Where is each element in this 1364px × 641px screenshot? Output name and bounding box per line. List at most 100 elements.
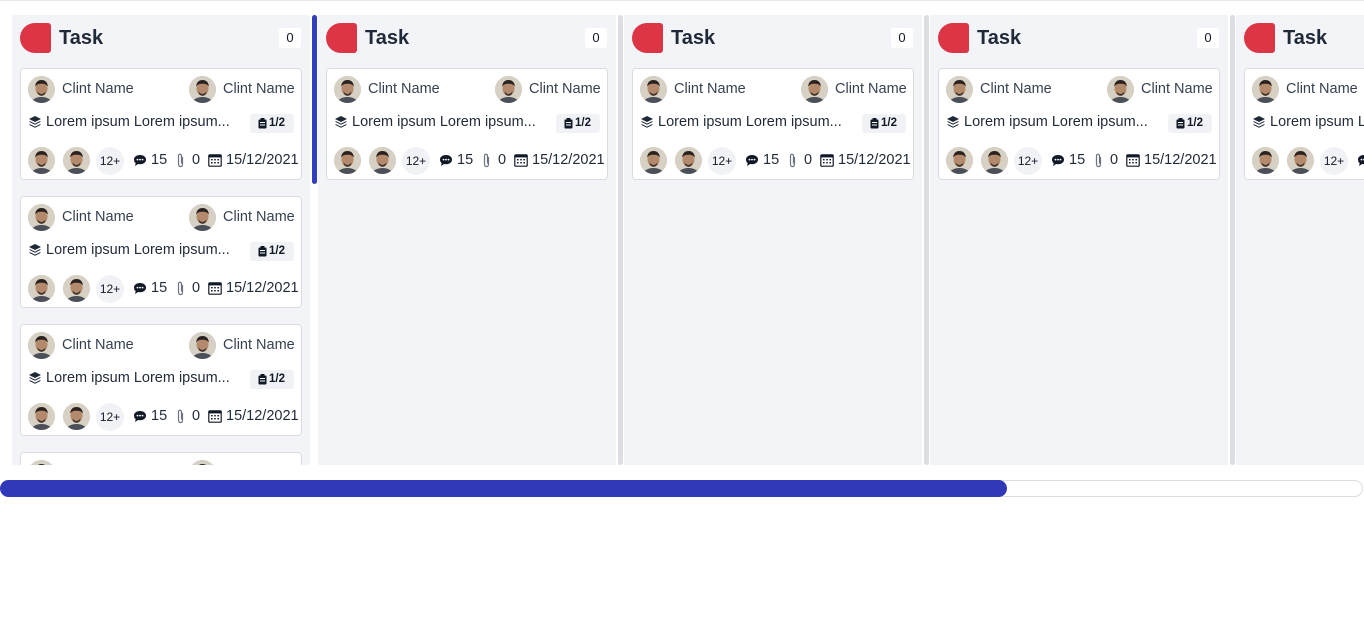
member-avatar[interactable] bbox=[63, 403, 90, 430]
task-card[interactable]: Clint Name Clint Name Lorem ipsum Lorem … bbox=[1244, 68, 1364, 180]
due-date: 15/12/2021 bbox=[226, 152, 299, 168]
person-photo-icon bbox=[189, 332, 216, 359]
column-header: Task 0 bbox=[326, 23, 607, 53]
checklist-progress-badge[interactable]: 1/2 bbox=[1168, 114, 1212, 133]
member-avatar[interactable] bbox=[981, 147, 1008, 174]
person-photo-icon bbox=[28, 403, 55, 430]
checklist-progress-text: 1/2 bbox=[269, 373, 285, 385]
checklist-progress-badge[interactable]: 1/2 bbox=[862, 114, 906, 133]
more-members-badge[interactable]: 12+ bbox=[402, 147, 430, 175]
comment-icon bbox=[134, 283, 146, 294]
member-avatar[interactable] bbox=[334, 147, 361, 174]
task-card[interactable]: Clint Name Clint Name Lorem ipsum Lorem … bbox=[632, 68, 914, 180]
checklist-progress-badge[interactable]: 1/2 bbox=[250, 114, 294, 133]
member-avatar[interactable] bbox=[28, 403, 55, 430]
member-avatar[interactable] bbox=[63, 275, 90, 302]
member-avatar[interactable] bbox=[28, 275, 55, 302]
person-photo-icon bbox=[946, 76, 973, 103]
person-photo-icon bbox=[28, 460, 55, 465]
task-description: Lorem ipsum Lorem ipsum... bbox=[46, 370, 230, 386]
assignee-avatar[interactable] bbox=[189, 460, 216, 465]
checklist-progress-badge[interactable]: 1/2 bbox=[250, 370, 294, 389]
status-pill-icon bbox=[938, 23, 969, 53]
comment-icon bbox=[134, 155, 146, 166]
more-members-badge[interactable]: 12+ bbox=[1014, 147, 1042, 175]
status-pill-icon bbox=[326, 23, 357, 53]
assignee-avatar[interactable] bbox=[28, 76, 55, 103]
assignee-name: Clint Name bbox=[62, 337, 134, 353]
column-scrollbar[interactable] bbox=[1230, 15, 1235, 465]
assignee-avatar[interactable] bbox=[189, 76, 216, 103]
more-members-badge[interactable]: 12+ bbox=[96, 403, 124, 431]
column-scrollbar[interactable] bbox=[312, 15, 317, 184]
column-card-count: 0 bbox=[279, 28, 301, 48]
person-photo-icon bbox=[28, 275, 55, 302]
member-avatar[interactable] bbox=[28, 147, 55, 174]
more-members-badge[interactable]: 12+ bbox=[96, 275, 124, 303]
assignee-avatar[interactable] bbox=[1252, 76, 1279, 103]
person-photo-icon bbox=[334, 147, 361, 174]
calendar-icon bbox=[1126, 154, 1140, 167]
member-avatar[interactable] bbox=[640, 147, 667, 174]
assignee-avatar[interactable] bbox=[1107, 76, 1134, 103]
status-pill-icon bbox=[632, 23, 663, 53]
column-card-count: 0 bbox=[585, 28, 607, 48]
column-card-count: 0 bbox=[1197, 28, 1219, 48]
checklist-progress-text: 1/2 bbox=[575, 117, 591, 129]
assignee-name: Clint Name bbox=[674, 81, 746, 97]
person-photo-icon bbox=[1107, 76, 1134, 103]
member-avatar[interactable] bbox=[675, 147, 702, 174]
checklist-progress-badge[interactable]: 1/2 bbox=[250, 242, 294, 261]
person-photo-icon bbox=[640, 147, 667, 174]
checklist-progress-badge[interactable]: 1/2 bbox=[556, 114, 600, 133]
member-avatar[interactable] bbox=[1252, 147, 1279, 174]
column-scrollbar[interactable] bbox=[618, 15, 623, 465]
assignee-name: Clint Name bbox=[529, 81, 601, 97]
member-avatar[interactable] bbox=[63, 147, 90, 174]
member-avatar[interactable] bbox=[369, 147, 396, 174]
kanban-board: Task 0 Clint Name Clint Name Lorem ipsum… bbox=[12, 15, 1364, 465]
assignee-avatar[interactable] bbox=[495, 76, 522, 103]
layers-icon bbox=[29, 116, 41, 128]
person-photo-icon bbox=[640, 76, 667, 103]
kanban-board-viewport: Task 0 Clint Name Clint Name Lorem ipsum… bbox=[12, 15, 1364, 465]
layers-icon bbox=[641, 116, 653, 128]
assignee-avatar[interactable] bbox=[28, 332, 55, 359]
person-photo-icon bbox=[369, 147, 396, 174]
comment-count: 15 bbox=[457, 152, 474, 168]
assignee-avatar[interactable] bbox=[801, 76, 828, 103]
assignee-avatar[interactable] bbox=[640, 76, 667, 103]
task-description: Lorem ipsum Lorem ipsum... bbox=[46, 114, 230, 130]
horizontal-scrollbar-thumb[interactable] bbox=[0, 480, 1007, 497]
comment-icon bbox=[1358, 155, 1364, 166]
comment-count: 15 bbox=[763, 152, 780, 168]
task-card[interactable]: Clint Name Clint Name Lorem ipsum Lorem … bbox=[20, 196, 302, 308]
more-members-badge[interactable]: 12+ bbox=[708, 147, 736, 175]
task-card[interactable]: Clint Name Clint Name Lorem ipsum Lorem … bbox=[20, 324, 302, 436]
assignee-avatar[interactable] bbox=[189, 332, 216, 359]
member-avatar[interactable] bbox=[1287, 147, 1314, 174]
board-column: Task 0 Clint Name Clint Name bbox=[318, 15, 616, 465]
assignee-avatar[interactable] bbox=[334, 76, 361, 103]
due-date: 15/12/2021 bbox=[226, 408, 299, 424]
person-photo-icon bbox=[189, 204, 216, 231]
task-card-partial[interactable]: Clint Name Clint Name Lorem ipsum Lorem … bbox=[20, 452, 302, 465]
comment-icon bbox=[440, 155, 452, 166]
person-photo-icon bbox=[1252, 76, 1279, 103]
assignee-name: Clint Name bbox=[368, 81, 440, 97]
column-title: Task bbox=[671, 27, 716, 49]
person-photo-icon bbox=[189, 76, 216, 103]
more-members-badge[interactable]: 12+ bbox=[1320, 147, 1348, 175]
task-card[interactable]: Clint Name Clint Name Lorem ipsum Lorem … bbox=[326, 68, 608, 180]
assignee-name: Clint Name bbox=[223, 337, 295, 353]
assignee-name: Clint Name bbox=[62, 81, 134, 97]
assignee-avatar[interactable] bbox=[28, 460, 55, 465]
assignee-avatar[interactable] bbox=[946, 76, 973, 103]
task-card[interactable]: Clint Name Clint Name Lorem ipsum Lorem … bbox=[938, 68, 1220, 180]
assignee-avatar[interactable] bbox=[28, 204, 55, 231]
assignee-avatar[interactable] bbox=[189, 204, 216, 231]
more-members-badge[interactable]: 12+ bbox=[96, 147, 124, 175]
column-scrollbar[interactable] bbox=[924, 15, 929, 465]
task-card[interactable]: Clint Name Clint Name Lorem ipsum Lorem … bbox=[20, 68, 302, 180]
member-avatar[interactable] bbox=[946, 147, 973, 174]
